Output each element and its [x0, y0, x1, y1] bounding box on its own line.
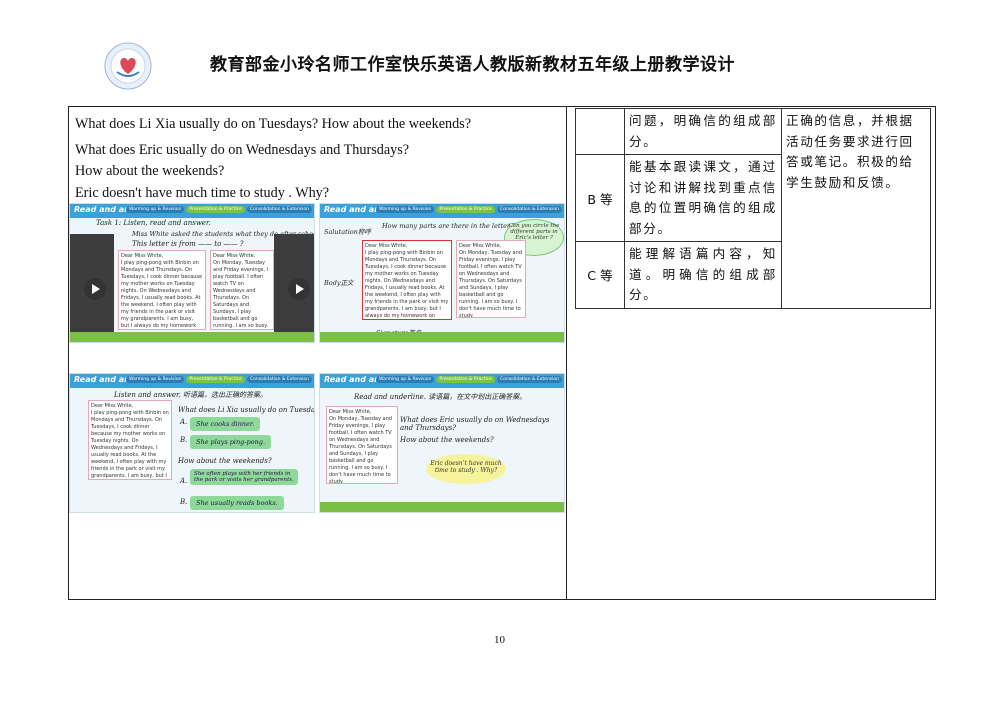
letter-eric: Dear Miss White, On Monday, Tuesday and …	[210, 250, 274, 330]
question-1: What does Li Xia usually do on Tuesdays?…	[75, 116, 471, 132]
letter-body: I play ping-pong with Binbin on Mondays …	[121, 260, 203, 329]
letter-eric: Dear Miss White, On Monday, Tuesday and …	[326, 406, 398, 484]
slide-letter-parts: Read and answer Warming up & Revision Pre…	[319, 203, 565, 343]
tab-presentation: Presentation & Practice	[186, 206, 245, 213]
column-divider	[566, 106, 567, 600]
question-2: What does Eric usually do on Wednesdays …	[75, 141, 410, 158]
description-cell: 问题，明确信的组成部分。	[624, 108, 782, 155]
slide-question: How many parts are there in the letter ?	[382, 222, 516, 230]
instruction: Listen and answer. 听语篇，选出正确的答案。	[114, 391, 267, 399]
slide-bar: Read and answer Warming up & Revision Pre…	[70, 374, 314, 388]
letter-li-xia: Dear Miss White, I play ping-pong with B…	[88, 400, 172, 480]
page-number: 10	[494, 634, 505, 646]
level-cell	[575, 108, 625, 155]
label-body: Body正文	[324, 279, 354, 287]
tab-presentation: Presentation & Practice	[436, 206, 495, 213]
tab-warming-up: Warming up & Revision	[375, 376, 435, 383]
answer-cooks-dinner: She cooks dinner.	[190, 417, 261, 431]
slide-bar: Read and answer Warming up & Revision Pre…	[320, 204, 564, 218]
level-cell: B 等	[575, 154, 625, 242]
level-cell: C 等	[575, 241, 625, 309]
grass-decoration	[320, 502, 564, 512]
grass-decoration	[70, 332, 314, 342]
tab-consolidation: Consolidation & Extension	[246, 206, 312, 213]
letter-greeting: Dear Miss White,	[459, 243, 502, 249]
slide-bar: Read and answer Warming up & Revision Pre…	[320, 374, 564, 388]
description-cell: 能基本跟读课文，通过讨论和讲解找到重点信息的位置明确信的组成部分。	[624, 154, 782, 242]
studio-logo	[104, 42, 152, 90]
option-a-label: A.	[180, 418, 188, 426]
play-button-left[interactable]	[84, 278, 106, 300]
letter-body: On Monday, Tuesday and Friday evenings, …	[329, 416, 392, 484]
page-title: 教育部金小玲名师工作室快乐英语人教版新教材五年级上册教学设计	[210, 55, 735, 75]
assessment-table: 问题，明确信的组成部分。 正确的信息，并根据活动任务要求进行回答或笔记。积极的给…	[575, 108, 931, 309]
letter-greeting: Dear Miss White,	[329, 409, 372, 415]
instruction: Read and underline. 读语篇，在文中划出正确答案。	[354, 393, 527, 401]
tab-warming-up: Warming up & Revision	[125, 376, 185, 383]
target-cell: 正确的信息，并根据活动任务要求进行回答或笔记。积极的给学生鼓励和反馈。	[781, 108, 931, 309]
grass-decoration	[320, 332, 564, 342]
tab-consolidation: Consolidation & Extension	[496, 206, 562, 213]
letter-greeting: Dear Miss White,	[91, 403, 134, 409]
letter-li-xia-highlighted: Dear Miss White, I play ping-pong with B…	[362, 240, 452, 320]
letter-body: I play ping-pong with Binbin on Mondays …	[365, 250, 449, 319]
tab-warming-up: Warming up & Revision	[125, 206, 185, 213]
thought-bubble: Eric doesn't have much time to study . W…	[426, 454, 506, 484]
letter-body: On Monday, Tuesday and Friday evenings, …	[213, 260, 269, 329]
letter-greeting: Dear Miss White,	[121, 253, 164, 259]
question-weekends: How about the weekends?	[178, 457, 272, 465]
answer-plays-ping-pong: She plays ping-pong.	[190, 435, 272, 449]
slide-bar: Read and answer Warming up & Revision Pre…	[70, 204, 314, 218]
tab-consolidation: Consolidation & Extension	[496, 376, 562, 383]
question-list: What does Li Xia usually do on Tuesdays?…	[75, 114, 565, 204]
slide-listen-answer: Read and answer Warming up & Revision Pre…	[69, 373, 315, 513]
question-eric-weekends: How about the weekends?	[400, 436, 494, 444]
question-tuesdays: What does Li Xia usually do on Tuesdays?	[178, 406, 315, 414]
description-cell: 能理解语篇内容，知道。明确信的组成部分。	[624, 241, 782, 309]
tab-presentation: Presentation & Practice	[186, 376, 245, 383]
option-a-label-2: A.	[180, 477, 188, 485]
slide-read-underline: Read and answer Warming up & Revision Pre…	[319, 373, 565, 513]
question-eric-weekdays: What does Eric usually do on Wednesdays …	[400, 416, 550, 432]
option-b-label: B.	[180, 436, 188, 444]
tab-warming-up: Warming up & Revision	[375, 206, 435, 213]
tab-consolidation: Consolidation & Extension	[246, 376, 312, 383]
letter-body: I play ping-pong with Binbin on Mondays …	[91, 410, 169, 479]
question-4: Eric doesn't have much time to study . W…	[75, 184, 330, 201]
slide-listen-read-answer: Read and answer Warming up & Revision Pre…	[69, 203, 315, 343]
table-row: 问题，明确信的组成部分。 正确的信息，并根据活动任务要求进行回答或笔记。积极的给…	[575, 108, 931, 309]
label-salutation: Salutation称呼	[324, 228, 371, 236]
play-button-right[interactable]	[288, 278, 310, 300]
answer-plays-with-friends: She often plays with her friends in the …	[190, 469, 298, 485]
letter-li-xia: Dear Miss White, I play ping-pong with B…	[118, 250, 206, 330]
task-line-2: This letter is from —— to —— ?	[132, 240, 244, 248]
task-label: Task 1: Listen, read and answer.	[96, 219, 211, 227]
option-b-label-2: B.	[180, 498, 188, 506]
tab-presentation: Presentation & Practice	[436, 376, 495, 383]
letter-eric: Dear Miss White, On Monday, Tuesday and …	[456, 240, 526, 318]
answer-reads-books: She usually reads books.	[190, 496, 284, 510]
question-3: How about the weekends?	[75, 163, 225, 179]
letter-greeting: Dear Miss White,	[213, 253, 256, 259]
letter-greeting: Dear Miss White,	[365, 243, 408, 249]
letter-body: On Monday, Tuesday and Friday evenings, …	[459, 250, 522, 318]
